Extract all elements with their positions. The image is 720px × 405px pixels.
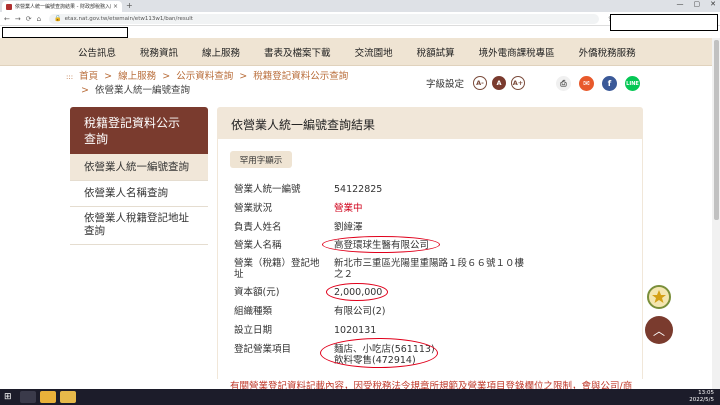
- status-value: 營業中: [334, 203, 363, 214]
- maximize-button[interactable]: ▢: [694, 0, 701, 8]
- browser-tab[interactable]: 依營業人統一編號查詢結果 - 財政部稅務入口網 ×: [2, 1, 122, 12]
- menu-item-2[interactable]: 線上服務: [202, 45, 240, 59]
- menu-item-5[interactable]: 稅額試算: [417, 45, 455, 59]
- lock-icon: 🔒: [54, 15, 62, 22]
- breadcrumb-online-service[interactable]: 線上服務: [118, 71, 156, 82]
- sidebar-item-label: 依營業人統一編號查詢: [84, 161, 189, 173]
- taskbar-search-icon[interactable]: [20, 391, 36, 403]
- sidebar-divider: [70, 244, 208, 245]
- field-value: 有限公司(2): [334, 306, 386, 317]
- field-label: 組織種類: [234, 306, 273, 317]
- menu-item-4[interactable]: 交流園地: [355, 45, 393, 59]
- sidebar-item-label: 依營業人稅籍登記地址: [84, 212, 189, 224]
- field-label: 營業狀況: [234, 203, 273, 214]
- print-icon[interactable]: ⎙: [556, 76, 571, 91]
- field-value: 新北市三重區光陽里重陽路１段６６號１０樓 之２: [334, 258, 525, 280]
- font-size-label: 字級設定: [426, 79, 465, 90]
- breadcrumb-public-query[interactable]: 公示資料查詢: [176, 71, 233, 82]
- font-normal-button[interactable]: A: [492, 76, 507, 90]
- breadcrumb-current: 依營業人統一編號查詢: [95, 85, 191, 96]
- field-value: 劉緯澤: [334, 222, 363, 233]
- url-text: etax.nat.gov.tw/etwmain/etw113w1/ban/res…: [64, 15, 193, 22]
- sidebar-item-ban-query[interactable]: 依營業人統一編號查詢: [70, 154, 208, 180]
- menu-item-1[interactable]: 稅務資訊: [140, 45, 178, 59]
- clock: 13:05 2022/5/5: [689, 390, 714, 403]
- facebook-icon[interactable]: f: [602, 76, 617, 91]
- mail-icon[interactable]: ✉: [579, 76, 594, 91]
- result-title: 依營業人統一編號查詢結果: [217, 107, 643, 139]
- field-value: 54122825: [334, 184, 383, 195]
- browser-tab-bar: 依營業人統一編號查詢結果 - 財政部稅務入口網 × + — ▢ ✕: [0, 0, 720, 12]
- new-tab-button[interactable]: +: [126, 1, 133, 10]
- menu-item-6[interactable]: 境外電商課稅專區: [479, 45, 555, 59]
- field-label: 資本額(元): [234, 287, 280, 298]
- close-window-button[interactable]: ✕: [710, 0, 716, 8]
- minimize-button[interactable]: —: [677, 0, 684, 8]
- rare-font-button[interactable]: 罕用字顯示: [230, 151, 292, 168]
- folder-taskbar-icon[interactable]: [60, 391, 76, 403]
- menu-item-7[interactable]: 外僑稅務服務: [579, 45, 636, 59]
- sidebar-title: 稅籍登記資料公示 查詢: [70, 107, 208, 154]
- sidebar-item-name-query[interactable]: 依營業人名稱查詢: [70, 180, 208, 206]
- sidebar-item-label: 依營業人名稱查詢: [84, 187, 168, 199]
- field-label: 營業人統一編號: [234, 184, 301, 195]
- sidebar-item-address-query[interactable]: 依營業人稅籍登記地址 查詢: [70, 206, 208, 244]
- field-label: 設立日期: [234, 325, 273, 336]
- sidebar-item-label: 查詢: [84, 225, 105, 237]
- field-label: 負責人姓名: [234, 222, 282, 233]
- redacted-box: [610, 14, 718, 31]
- forward-button[interactable]: →: [15, 15, 21, 23]
- back-button[interactable]: ←: [4, 15, 10, 23]
- url-field[interactable]: 🔒 etax.nat.gov.tw/etwmain/etw113w1/ban/r…: [49, 13, 600, 24]
- windows-start-icon[interactable]: ⊞: [4, 392, 12, 402]
- redacted-box: [2, 27, 128, 38]
- tab-title: 依營業人統一編號查詢結果 - 財政部稅務入口網: [15, 4, 111, 10]
- annotation-circle: [322, 236, 440, 253]
- breadcrumb-tax-registration[interactable]: 稅籍登記資料公示查詢: [253, 71, 348, 82]
- annotation-circle: [320, 338, 438, 368]
- menu-item-0[interactable]: 公告訊息: [78, 45, 116, 59]
- annotation-circle: [326, 283, 388, 301]
- site-favicon-icon: [6, 3, 12, 10]
- home-button[interactable]: ⌂: [37, 15, 41, 23]
- field-label: 營業（稅籍）登記地 址: [234, 258, 320, 280]
- breadcrumb-home[interactable]: 首頁: [79, 71, 98, 82]
- tab-close-icon[interactable]: ×: [113, 3, 118, 10]
- site-menu-bar: 公告訊息 稅務資訊 線上服務 書表及檔案下載 交流園地 稅額試算 境外電商課稅專區 外僑稅務服…: [0, 38, 720, 66]
- font-large-button[interactable]: A+: [511, 76, 526, 90]
- chrome-taskbar-icon[interactable]: [40, 391, 56, 403]
- menu-item-3[interactable]: 書表及檔案下載: [264, 45, 331, 59]
- reload-button[interactable]: ⟳: [26, 15, 32, 23]
- font-size-control: 字級設定 A- A A+: [426, 76, 526, 90]
- line-icon[interactable]: LINE: [625, 76, 640, 91]
- window-controls: — ▢ ✕: [677, 0, 717, 8]
- scrollbar-thumb[interactable]: [714, 40, 719, 220]
- award-badge-icon[interactable]: [644, 282, 674, 312]
- breadcrumb-dots: :::: [66, 73, 74, 81]
- font-small-button[interactable]: A-: [473, 76, 488, 90]
- taskbar: ⊞ 13:05 2022/5/5: [0, 389, 720, 405]
- field-value: 1020131: [334, 325, 377, 336]
- back-to-top-button[interactable]: ︿: [645, 316, 673, 344]
- share-icons: ⎙ ✉ f LINE: [556, 76, 640, 91]
- field-label: 營業人名稱: [234, 240, 282, 251]
- breadcrumb: ::: 首頁 > 線上服務 > 公示資料查詢 > 稅籍登記資料公示查詢 > 依營…: [66, 71, 349, 96]
- main-menu: 公告訊息 稅務資訊 線上服務 書表及檔案下載 交流園地 稅額試算 境外電商課稅專區 外僑稅務服…: [78, 38, 636, 66]
- field-label: 登記營業項目: [234, 344, 292, 355]
